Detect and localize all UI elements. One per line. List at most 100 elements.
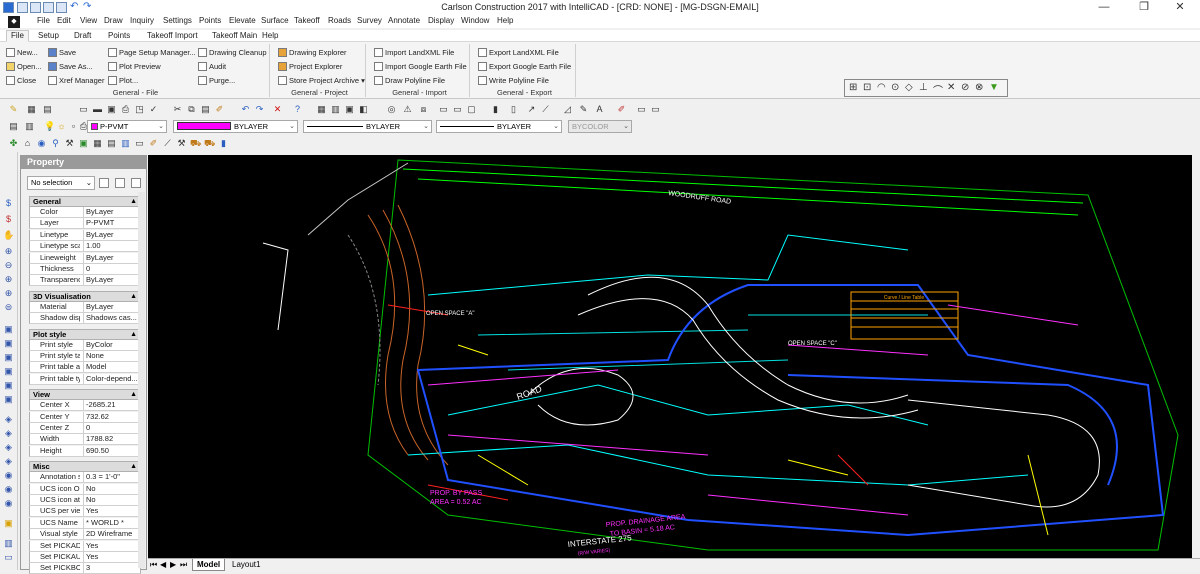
search-icon[interactable]: ⚲	[50, 138, 61, 149]
property-value[interactable]: Model	[83, 362, 141, 373]
tab-draft[interactable]: Draft	[74, 31, 91, 40]
next-tab-icon[interactable]: ▶	[170, 559, 176, 570]
layer-manager-icon[interactable]: ▤	[8, 121, 19, 132]
zoom-window-icon[interactable]: ⊖	[3, 260, 14, 271]
tab-takeoff-main[interactable]: Takeoff Main	[212, 31, 257, 40]
property-row[interactable]: Color ByLayer	[29, 207, 141, 218]
layer-icon[interactable]: ▦	[26, 104, 37, 115]
image-icon[interactable]: ◧	[358, 104, 369, 115]
tab-setup[interactable]: Setup	[38, 31, 59, 40]
snap-midpoint-icon[interactable]: ⊡	[863, 82, 871, 93]
snap-node-icon[interactable]: ◇	[905, 82, 913, 93]
property-value[interactable]: 1788.82	[83, 434, 141, 445]
view-right-icon[interactable]: ▣	[3, 366, 14, 377]
property-scrollbar[interactable]	[138, 192, 145, 568]
property-row[interactable]: Visual style 2D Wireframe	[29, 529, 141, 541]
import-landxml-button[interactable]: Import LandXML File	[374, 48, 454, 60]
survey-icon[interactable]: ⌂	[22, 138, 33, 149]
table-icon[interactable]: ▥	[120, 138, 131, 149]
snap-quad-icon[interactable]: ⊗	[975, 82, 983, 93]
menu-edit[interactable]: Edit	[57, 16, 71, 25]
menu-display[interactable]: Display	[428, 16, 454, 25]
audit-button[interactable]: Audit	[198, 62, 226, 74]
view-back-icon[interactable]: ▣	[3, 394, 14, 405]
section-header[interactable]: Plot style ▲	[29, 328, 141, 340]
property-row[interactable]: Layer P-PVMT	[29, 218, 141, 230]
property-row[interactable]: Material ByLayer	[29, 301, 141, 313]
property-value[interactable]: 0	[83, 423, 141, 433]
draw-polyline-button[interactable]: Draw Polyline File	[374, 76, 445, 88]
menu-surface[interactable]: Surface	[261, 16, 289, 25]
quick-select-icon[interactable]	[99, 178, 109, 188]
plotstyle-dropdown[interactable]: BYCOLOR ⌄	[568, 120, 632, 133]
snap-intersect-icon[interactable]: ✕	[947, 82, 955, 93]
property-value[interactable]: ByLayer	[83, 275, 141, 286]
snap-none-icon[interactable]: ⊘	[961, 82, 969, 93]
snap-perp-icon[interactable]: ⊥	[919, 82, 928, 93]
new-button[interactable]: New...	[6, 48, 38, 60]
property-value[interactable]: Yes	[83, 540, 141, 551]
section-header[interactable]: View ▲	[29, 389, 141, 401]
rect2-icon[interactable]: ▭	[452, 104, 463, 115]
plot-preview-button[interactable]: Plot Preview	[108, 62, 161, 74]
snap-center-icon[interactable]: ⊙	[891, 82, 899, 93]
property-row[interactable]: TransparencyByLayer	[29, 275, 141, 287]
tab-layout1[interactable]: Layout1	[228, 559, 264, 570]
collapse-icon[interactable]: ▲	[130, 390, 137, 399]
window-icon[interactable]: ▭	[636, 104, 647, 115]
zoom-in-icon[interactable]: ⊕	[3, 274, 14, 285]
property-value[interactable]: 3	[83, 563, 141, 574]
drawing-canvas[interactable]: Curve / Line Table WOODRUFF ROAD OPEN SP…	[148, 155, 1200, 558]
document-icon[interactable]: ◆	[8, 16, 20, 28]
drawing-cleanup-button[interactable]: Drawing Cleanup	[198, 48, 267, 60]
property-row[interactable]: UCS icon at ...No	[29, 495, 141, 506]
open-button[interactable]: Open...	[6, 62, 42, 74]
property-value[interactable]: Yes	[83, 506, 141, 517]
property-row[interactable]: Center X -2685.21	[29, 400, 141, 412]
collapse-icon[interactable]: ▲	[130, 330, 137, 339]
menu-elevate[interactable]: Elevate	[229, 16, 256, 25]
pan-icon[interactable]: ✋	[3, 230, 14, 241]
table-icon[interactable]: ▦	[316, 104, 327, 115]
window2-icon[interactable]: ▭	[650, 104, 661, 115]
tools-icon[interactable]: ⚒	[64, 138, 75, 149]
sheet-icon[interactable]: ⧈	[418, 104, 429, 115]
spell-icon[interactable]: ✓	[148, 104, 159, 115]
save-icon[interactable]: ▣	[106, 104, 117, 115]
layer-dropdown[interactable]: P-PVMT ⌄	[87, 120, 167, 133]
drawing-explorer-button[interactable]: Drawing Explorer	[278, 48, 347, 60]
iso-sw-icon[interactable]: ◈	[3, 414, 14, 425]
property-row[interactable]: Height 690.50	[29, 445, 141, 457]
minimize-button[interactable]: —	[1084, 0, 1124, 15]
property-row[interactable]: Set PICKAUTOYes	[29, 552, 141, 563]
pencil-icon[interactable]: ✎	[8, 104, 19, 115]
property-row[interactable]: Set PICKBOX3	[29, 563, 141, 574]
property-row[interactable]: Print style ByColor	[29, 339, 141, 351]
save-as-button[interactable]: Save As...	[48, 62, 93, 74]
brush-icon[interactable]: ✐	[148, 138, 159, 149]
property-value[interactable]: No	[83, 483, 141, 494]
zoom-out-icon[interactable]: ⊕	[3, 288, 14, 299]
vertical-scrollbar[interactable]	[1192, 155, 1200, 558]
property-row[interactable]: Lineweight ByLayer	[29, 252, 141, 264]
property-value[interactable]: ByLayer	[83, 207, 141, 217]
preview-icon[interactable]: ◳	[134, 104, 145, 115]
marker-icon[interactable]: ✐	[616, 104, 627, 115]
sheet-icon[interactable]: ▭	[134, 138, 145, 149]
property-row[interactable]: UCS icon On No	[29, 483, 141, 495]
section-header[interactable]: 3D Visualisation ▲	[29, 290, 141, 302]
menu-help[interactable]: Help	[497, 16, 513, 25]
view-bottom-icon[interactable]: ▣	[3, 338, 14, 349]
property-row[interactable]: Shadow displ...Shadows cas...	[29, 313, 141, 325]
light-icon[interactable]: ◉	[3, 498, 14, 509]
dim-icon[interactable]: ⟋	[540, 104, 551, 115]
collapse-icon[interactable]: ▲	[130, 197, 137, 206]
zoom-realtime-icon[interactable]: ⊕	[3, 246, 14, 257]
menu-draw[interactable]: Draw	[104, 16, 123, 25]
property-row[interactable]: Print table att...Model	[29, 362, 141, 374]
paste-icon[interactable]: ▤	[200, 104, 211, 115]
property-row[interactable]: Set PICKADDYes	[29, 540, 141, 552]
edit-icon[interactable]: ✎	[578, 104, 589, 115]
measure-icon[interactable]: ⟋	[162, 138, 173, 149]
map-icon[interactable]: ▣	[78, 138, 89, 149]
